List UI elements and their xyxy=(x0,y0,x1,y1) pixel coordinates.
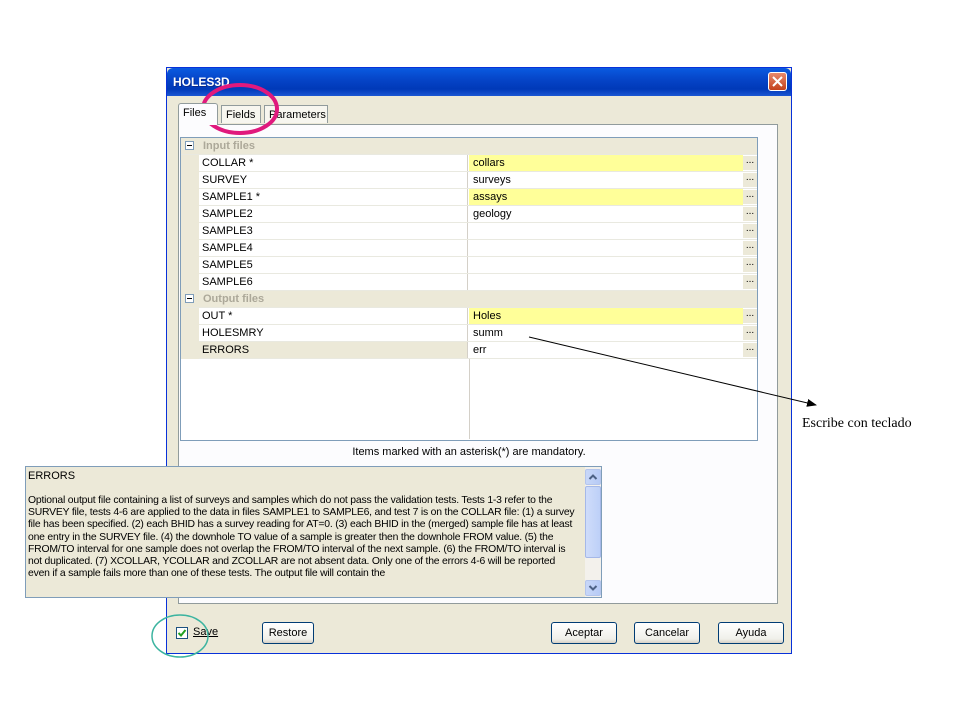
property-value-input[interactable]: summ xyxy=(469,325,743,341)
row-gutter xyxy=(181,189,199,206)
property-value-input[interactable]: assays xyxy=(469,189,743,205)
row-gutter xyxy=(181,155,199,172)
property-name: COLLAR * xyxy=(199,155,468,171)
browse-button[interactable]: ... xyxy=(743,275,757,289)
property-name: HOLESMRY xyxy=(199,325,468,341)
property-row-errors[interactable]: ERRORS err ... xyxy=(181,342,757,359)
browse-button[interactable]: ... xyxy=(743,326,757,340)
browse-button[interactable]: ... xyxy=(743,173,757,187)
property-value-input[interactable]: collars xyxy=(469,155,743,171)
cancel-button[interactable]: Cancelar xyxy=(634,622,700,644)
tab-fields-label: Fields xyxy=(226,109,256,121)
row-gutter xyxy=(181,274,199,291)
property-name: SAMPLE1 * xyxy=(199,189,468,205)
browse-button[interactable]: ... xyxy=(743,309,757,323)
scroll-up-button[interactable] xyxy=(585,469,601,485)
property-value-input[interactable] xyxy=(469,223,743,239)
property-name: SAMPLE3 xyxy=(199,223,468,239)
collapse-icon[interactable] xyxy=(185,141,194,150)
row-gutter xyxy=(181,342,199,359)
chevron-down-icon xyxy=(588,585,598,591)
callout-label: Escribe con teclado xyxy=(802,416,912,431)
property-row-sample6[interactable]: SAMPLE6 ... xyxy=(181,274,757,291)
browse-button[interactable]: ... xyxy=(743,258,757,272)
browse-button[interactable]: ... xyxy=(743,190,757,204)
property-row-sample2[interactable]: SAMPLE2 geology ... xyxy=(181,206,757,223)
tab-parameters-label: Parameters xyxy=(269,109,326,121)
tab-fields[interactable]: Fields xyxy=(221,105,261,123)
close-button[interactable] xyxy=(768,72,787,91)
scroll-thumb[interactable] xyxy=(585,486,601,558)
row-gutter xyxy=(181,206,199,223)
collapse-icon[interactable] xyxy=(185,294,194,303)
help-button[interactable]: Ayuda xyxy=(718,622,784,644)
chevron-up-icon xyxy=(588,474,598,480)
property-name: ERRORS xyxy=(199,342,468,358)
scroll-down-button[interactable] xyxy=(585,580,601,596)
property-row-survey[interactable]: SURVEY surveys ... xyxy=(181,172,757,189)
tab-files-label: Files xyxy=(183,107,207,119)
save-label[interactable]: Save xyxy=(193,626,218,638)
browse-button[interactable]: ... xyxy=(743,224,757,238)
tab-files[interactable]: Files xyxy=(178,103,218,125)
category-output-files[interactable]: Output files xyxy=(181,291,757,308)
mandatory-note: Items marked with an asterisk(*) are man… xyxy=(352,446,586,458)
property-name: OUT * xyxy=(199,308,468,324)
checkmark-icon xyxy=(177,629,187,637)
property-value-input[interactable]: surveys xyxy=(469,172,743,188)
save-checkbox[interactable] xyxy=(176,627,188,639)
property-row-holesmry[interactable]: HOLESMRY summ ... xyxy=(181,325,757,342)
category-input-files[interactable]: Input files xyxy=(181,138,757,155)
property-row-sample3[interactable]: SAMPLE3 ... xyxy=(181,223,757,240)
window-title: HOLES3D xyxy=(173,75,230,89)
ok-button[interactable]: Aceptar xyxy=(551,622,617,644)
browse-button[interactable]: ... xyxy=(743,156,757,170)
browse-button[interactable]: ... xyxy=(743,207,757,221)
property-value-input[interactable]: err xyxy=(469,342,743,358)
close-icon xyxy=(772,76,783,87)
property-name: SAMPLE5 xyxy=(199,257,468,273)
property-value-input[interactable] xyxy=(469,257,743,273)
column-divider xyxy=(469,359,470,439)
row-gutter xyxy=(181,240,199,257)
category-label: Input files xyxy=(203,140,255,152)
property-name: SAMPLE2 xyxy=(199,206,468,222)
row-gutter xyxy=(181,308,199,325)
property-value-input[interactable] xyxy=(469,274,743,290)
browse-button[interactable]: ... xyxy=(743,343,757,357)
property-name: SURVEY xyxy=(199,172,468,188)
property-name: SAMPLE4 xyxy=(199,240,468,256)
property-row-sample5[interactable]: SAMPLE5 ... xyxy=(181,257,757,274)
description-panel: ERRORS Optional output file containing a… xyxy=(25,466,602,598)
row-gutter xyxy=(181,325,199,342)
property-value-input[interactable]: geology xyxy=(469,206,743,222)
property-row-collar[interactable]: COLLAR * collars ... xyxy=(181,155,757,172)
property-row-sample4[interactable]: SAMPLE4 ... xyxy=(181,240,757,257)
property-value-input[interactable] xyxy=(469,240,743,256)
tab-parameters[interactable]: Parameters xyxy=(264,105,328,123)
category-label: Output files xyxy=(203,293,265,305)
row-gutter xyxy=(181,172,199,189)
restore-button[interactable]: Restore xyxy=(262,622,314,644)
description-text: Optional output file containing a list o… xyxy=(28,495,575,580)
vertical-scrollbar[interactable] xyxy=(585,467,601,597)
description-title: ERRORS xyxy=(28,470,76,482)
row-gutter xyxy=(181,223,199,240)
property-name: SAMPLE6 xyxy=(199,274,468,290)
property-grid: Input files COLLAR * collars ... SURVEY … xyxy=(180,137,758,441)
property-row-sample1[interactable]: SAMPLE1 * assays ... xyxy=(181,189,757,206)
property-row-out[interactable]: OUT * Holes ... xyxy=(181,308,757,325)
row-gutter xyxy=(181,257,199,274)
property-value-input[interactable]: Holes xyxy=(469,308,743,324)
title-bar[interactable]: HOLES3D xyxy=(167,68,791,96)
browse-button[interactable]: ... xyxy=(743,241,757,255)
